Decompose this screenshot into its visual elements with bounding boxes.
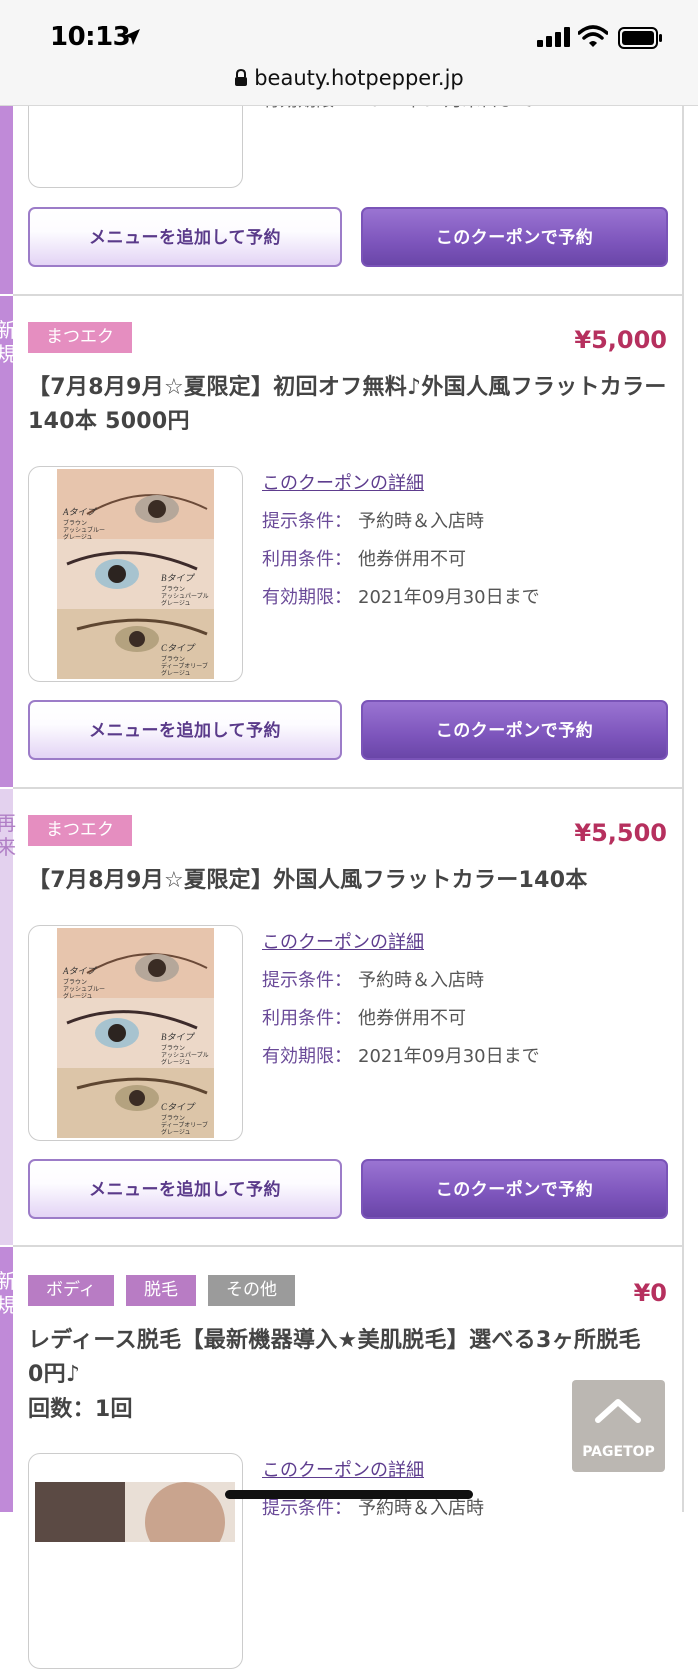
svg-text:グレージュ: グレージュ [161,599,190,607]
coupon-detail-link[interactable]: このクーポンの詳細 [262,928,540,966]
svg-text:グレージュ: グレージュ [63,992,92,1000]
coupon-detail-link[interactable]: このクーポンの詳細 [262,469,540,507]
location-arrow-icon [124,29,140,45]
coupon-info: このクーポンの詳細 提示条件： 予約時＆入店時 利用条件： 他券併用不可 有効期限：… [262,469,540,621]
coupon-price: ¥5,000 [574,326,667,354]
type-b-label: Bタイプ [161,1032,195,1042]
use-condition: 他券併用不可 [358,549,466,570]
stripe-new [0,106,13,294]
browser-status-bar: 10:13 beauty.hotpepper.jp [0,0,698,106]
add-menu-reserve-button[interactable]: メニューを追加して予約 [28,700,342,760]
chevron-up-icon [595,1399,641,1423]
url-text: beauty.hotpepper.jp [254,66,464,90]
category-tag: 脱毛 [126,1275,196,1306]
stripe-new: 新規 [0,296,16,787]
add-menu-reserve-button[interactable]: メニューを追加して予約 [28,1159,342,1219]
coupon-list: 新規 再来 新規 有効期限： 2021年07月末日まで メニューを追加して予約 … [0,0,698,1669]
coupon-title: 【7月8月9月☆夏限定】外国人風フラットカラー140本 [28,868,588,893]
svg-text:アッシュパープル: アッシュパープル [161,593,209,600]
card-divider [13,294,684,296]
coupon-reserve-button[interactable]: このクーポンで予約 [361,700,668,760]
svg-text:グレージュ: グレージュ [161,669,190,677]
home-indicator [225,1490,473,1499]
coupon-detail-link[interactable]: このクーポンの詳細 [262,1456,484,1494]
stripe-new: 新規 [0,1247,16,1512]
svg-text:ブラウン: ブラウン [161,1044,185,1052]
valid-until: 2021年09月30日まで [358,587,540,608]
coupon-image: Aタイプ ブラウン アッシュブルー グレージュ Bタイプ ブラウン アッシュパー… [28,925,243,1141]
type-c-label: Cタイプ [161,643,196,653]
eyelash-photo: Aタイプ ブラウン アッシュブルー グレージュ Bタイプ ブラウン アッシュパー… [57,928,214,1138]
coupon-image [28,1453,243,1669]
svg-text:ディープオリーブ: ディープオリーブ [161,662,208,670]
stripe-label: 新規 [0,318,16,366]
svg-text:ブラウン: ブラウン [161,1114,185,1122]
present-condition: 予約時＆入店時 [358,1498,484,1519]
category-tag: その他 [208,1275,295,1306]
svg-text:アッシュブルー: アッシュブルー [63,526,105,534]
type-c-label: Cタイプ [161,1102,196,1112]
card-border [682,106,684,1512]
stripe-repeat: 再来 [0,789,16,1245]
status-time: 10:13 [50,22,131,52]
svg-text:ブラウン: ブラウン [161,655,185,663]
type-b-label: Bタイプ [161,573,195,583]
address-bar[interactable]: beauty.hotpepper.jp [0,66,698,90]
stripe-label: 再来 [0,811,16,859]
stripe-label: 新規 [0,1269,16,1317]
svg-text:ブラウン: ブラウン [63,978,87,986]
wifi-icon [578,25,608,47]
coupon-reserve-button[interactable]: このクーポンで予約 [361,207,668,267]
card-divider [13,787,684,789]
coupon-reserve-button[interactable]: このクーポンで予約 [361,1159,668,1219]
signal-icon [537,27,570,47]
present-condition: 予約時＆入店時 [358,970,484,991]
svg-text:グレージュ: グレージュ [63,533,92,541]
lock-icon [235,69,248,86]
svg-text:ブラウン: ブラウン [63,519,87,527]
use-condition: 他券併用不可 [358,1008,466,1029]
card-divider [13,1245,684,1247]
svg-text:グレージュ: グレージュ [161,1058,190,1066]
coupon-price: ¥0 [633,1279,667,1307]
present-condition: 予約時＆入店時 [358,511,484,532]
svg-text:ディープオリーブ: ディープオリーブ [161,1121,208,1129]
valid-until: 2021年09月30日まで [358,1046,540,1067]
coupon-price: ¥5,500 [574,819,667,847]
coupon-image: Aタイプ ブラウン アッシュブルー グレージュ Bタイプ ブラウン アッシュパー… [28,466,243,682]
svg-text:アッシュブルー: アッシュブルー [63,985,105,993]
type-a-label: Aタイプ [62,507,97,517]
svg-text:グレージュ: グレージュ [161,1128,190,1136]
coupon-title: 【7月8月9月☆夏限定】初回オフ無料♪外国人風フラットカラー140本 5000円 [28,375,667,434]
battery-icon [618,27,662,49]
pagetop-label: PAGETOP [582,1444,655,1460]
svg-text:アッシュパープル: アッシュパープル [161,1052,209,1059]
category-tag: まつエク [28,322,132,353]
add-menu-reserve-button[interactable]: メニューを追加して予約 [28,207,342,267]
pagetop-button[interactable]: PAGETOP [572,1380,665,1472]
category-tag: まつエク [28,815,132,846]
coupon-info: このクーポンの詳細 提示条件： 予約時＆入店時 利用条件： 他券併用不可 有効期限：… [262,928,540,1080]
type-a-label: Aタイプ [62,966,97,976]
svg-text:ブラウン: ブラウン [161,585,185,593]
eyelash-photo: Aタイプ ブラウン アッシュブルー グレージュ Bタイプ ブラウン アッシュパー… [57,469,214,679]
category-tag: ボディ [28,1275,114,1306]
model-photo [35,1482,235,1542]
